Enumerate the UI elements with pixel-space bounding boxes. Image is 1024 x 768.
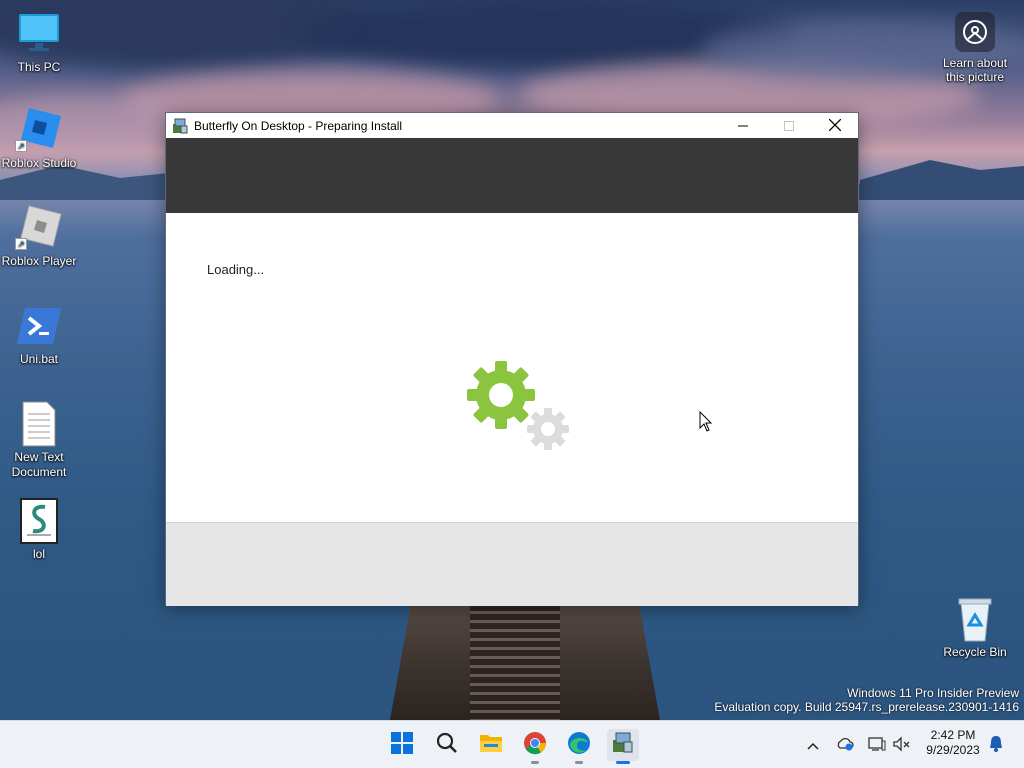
windows-start-icon <box>391 731 413 759</box>
desktop-icon-recycle-bin[interactable]: Recycle Bin <box>936 595 1014 660</box>
maximize-icon <box>784 118 794 134</box>
roblox-studio-icon: ↗ <box>15 106 63 154</box>
desktop-icon-uni-bat[interactable]: Uni.bat <box>1 302 77 367</box>
recycle-bin-label: Recycle Bin <box>943 645 1007 659</box>
learn-about-picture[interactable]: Learn about this picture <box>936 12 1014 84</box>
show-hidden-icons-button[interactable] <box>802 733 824 757</box>
mouse-cursor-icon <box>699 410 713 438</box>
shortcut-arrow-icon: ↗ <box>15 238 27 250</box>
powershell-icon <box>15 302 63 350</box>
active-indicator <box>616 761 630 764</box>
learn-label: Learn about this picture <box>942 56 1008 84</box>
network-tray-button[interactable] <box>866 733 888 757</box>
clock-date: 9/29/2023 <box>926 743 980 757</box>
running-indicator <box>575 761 583 764</box>
loading-gears-icon <box>464 359 574 454</box>
desktop-icon-roblox-studio[interactable]: ↗ Roblox Studio <box>1 106 77 171</box>
small-gear-icon <box>527 408 569 450</box>
edge-icon <box>567 731 591 760</box>
maximize-button[interactable] <box>766 113 812 138</box>
shortcut-arrow-icon: ↗ <box>15 140 27 152</box>
roblox-player-icon: ↗ <box>15 204 63 252</box>
desktop-icon-label: Uni.bat <box>19 352 59 366</box>
content-area: Loading... <box>166 213 858 522</box>
loading-text: Loading... <box>207 262 265 277</box>
installer-app-icon <box>172 118 188 134</box>
desktop-icon-label: Roblox Player <box>1 254 77 268</box>
watermark-line-1: Windows 11 Pro Insider Preview <box>847 686 1019 700</box>
desktop-icon-this-pc[interactable]: This PC <box>1 10 77 75</box>
os-watermark: Windows 11 Pro Insider Preview Evaluatio… <box>714 686 1019 714</box>
cloud-status-icon <box>836 736 854 755</box>
desktop-icon-lol[interactable]: lol <box>1 497 77 562</box>
desktop-icon-roblox-player[interactable]: ↗ Roblox Player <box>1 204 77 269</box>
recycle-bin-icon <box>951 595 999 643</box>
watermark-line-2: Evaluation copy. Build 25947.rs_prerelea… <box>714 700 1019 714</box>
chevron-up-icon <box>807 738 819 753</box>
notifications-button[interactable] <box>985 733 1007 757</box>
volume-tray-button[interactable] <box>891 733 913 757</box>
desktop-icon-label: Roblox Studio <box>1 156 77 170</box>
chrome-button[interactable] <box>519 729 551 764</box>
minimize-icon <box>738 118 748 134</box>
header-banner <box>166 138 858 213</box>
network-icon <box>868 736 886 755</box>
start-button[interactable] <box>386 729 418 761</box>
minimize-button[interactable] <box>720 113 766 138</box>
onedrive-tray-button[interactable] <box>834 733 856 757</box>
file-explorer-icon <box>479 732 503 759</box>
bell-icon <box>988 735 1004 756</box>
search-icon <box>436 732 458 759</box>
text-file-icon <box>15 400 63 448</box>
installer-icon <box>612 732 634 759</box>
chrome-icon <box>523 731 547 760</box>
footer-panel <box>166 522 858 606</box>
title-bar[interactable]: Butterfly On Desktop - Preparing Install <box>166 113 858 138</box>
monitor-icon <box>15 10 63 58</box>
desktop-icon-label: lol <box>32 547 45 561</box>
close-button[interactable] <box>812 113 858 138</box>
desktop-icon-label: New Text Document <box>11 450 67 479</box>
camera-info-icon <box>955 12 995 52</box>
clock-time: 2:42 PM <box>930 728 976 742</box>
taskbar <box>0 720 1024 768</box>
desktop-icon-label: This PC <box>17 60 61 74</box>
installer-taskbar-button[interactable] <box>607 729 639 764</box>
window-title: Butterfly On Desktop - Preparing Install <box>194 118 403 133</box>
installer-window: Butterfly On Desktop - Preparing Install… <box>165 112 859 606</box>
search-button[interactable] <box>431 729 463 761</box>
script-file-icon <box>15 497 63 545</box>
close-icon <box>828 118 842 134</box>
speaker-muted-icon <box>893 735 911 755</box>
running-indicator <box>531 761 539 764</box>
file-explorer-button[interactable] <box>475 729 507 761</box>
clock-button[interactable]: 2:42 PM 9/29/2023 <box>918 728 988 758</box>
large-gear-icon <box>467 361 535 429</box>
pier-slats <box>470 605 560 720</box>
desktop-icon-new-text-document[interactable]: New Text Document <box>1 400 77 480</box>
edge-button[interactable] <box>563 729 595 764</box>
